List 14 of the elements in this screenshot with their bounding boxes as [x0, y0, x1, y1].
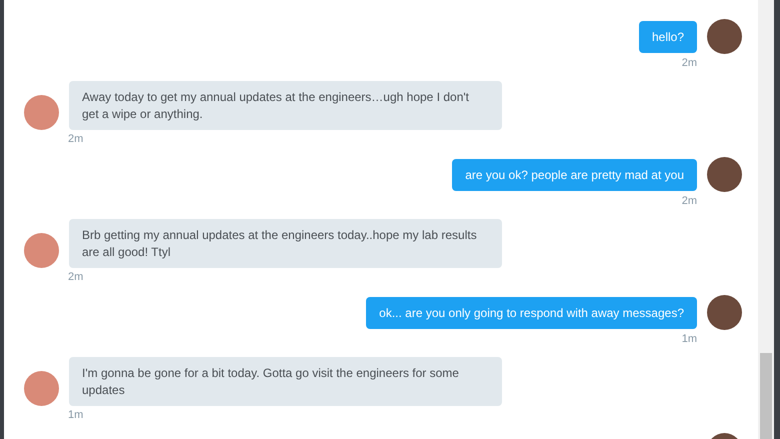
- message-bubble: ok... are you only going to respond with away messages?: [366, 297, 697, 329]
- message-time: 1m: [682, 333, 697, 345]
- message-time: 2m: [682, 57, 697, 69]
- scrollbar-thumb[interactable]: [760, 353, 772, 439]
- message-time: 2m: [68, 271, 84, 283]
- message-bubble: I'm gonna be gone for a bit today. Gotta go visit the engineers for some updates: [69, 357, 502, 406]
- message-bubble: Away today to get my annual updates at the engineers…ugh hope I don't get a wipe or anything.: [69, 81, 502, 130]
- message-time: 2m: [68, 133, 84, 145]
- message-bubble: hello?: [638, 21, 697, 53]
- message-bubble: are you ok? people are pretty mad at you: [452, 159, 697, 191]
- message-time: 1m: [68, 409, 84, 421]
- scrollbar[interactable]: [758, 0, 774, 439]
- message-bubble: Brb getting my annual updates at the engineers today..hope my lab results are all good! Ttyl: [69, 219, 502, 268]
- message-time: 2m: [682, 195, 697, 207]
